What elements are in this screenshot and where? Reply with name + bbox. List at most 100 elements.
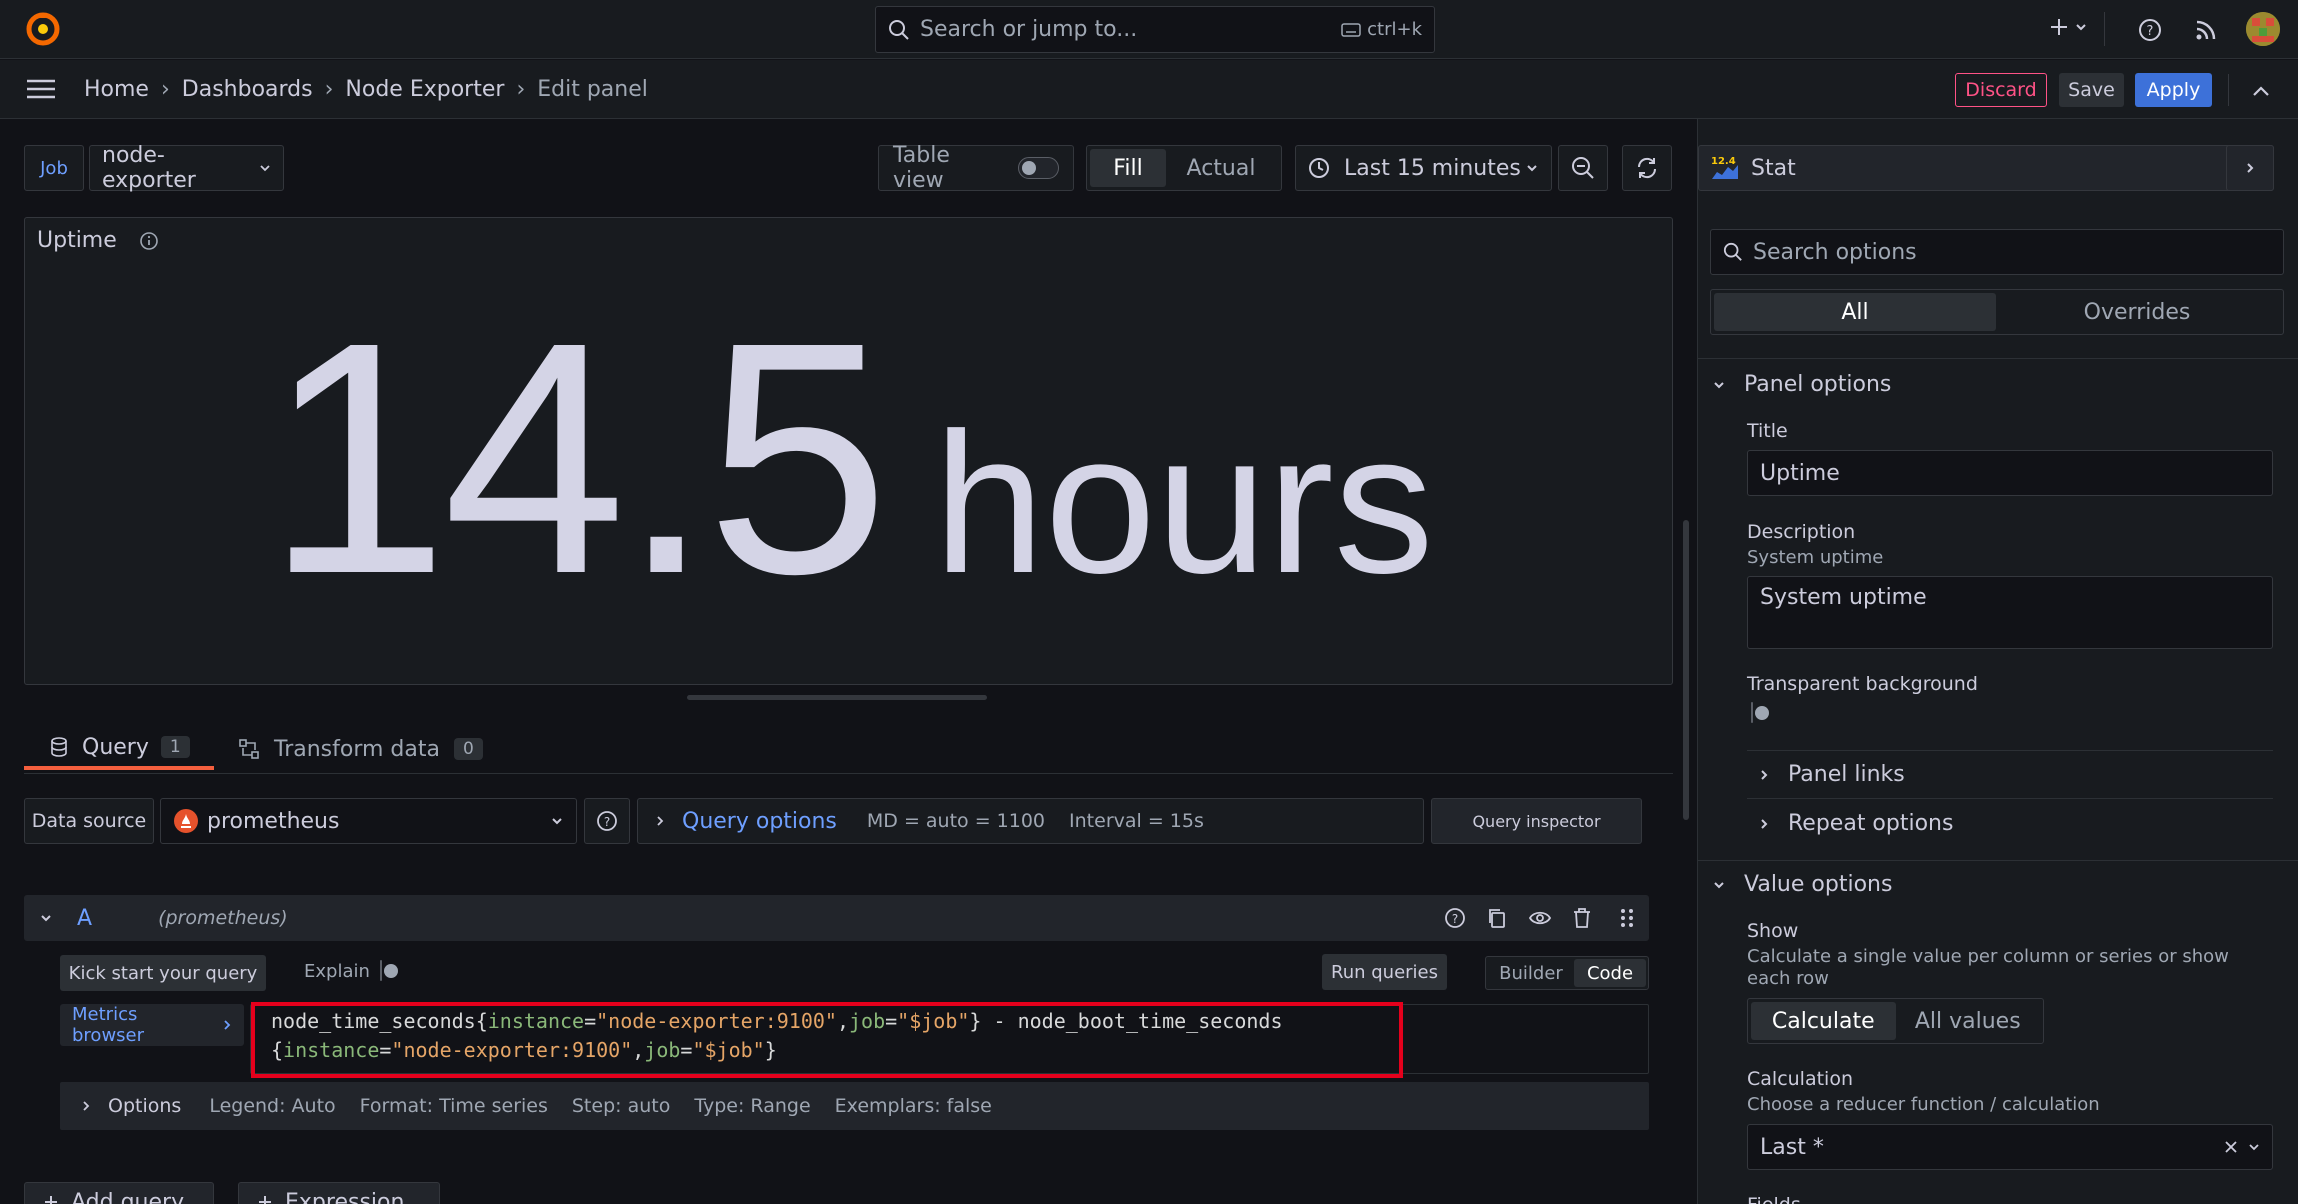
calculation-field-label: Calculation [1747,1068,1853,1090]
kick-start-query-button[interactable]: Kick start your query [60,955,266,991]
chevron-right-icon [2244,161,2256,175]
panel-options-section-header[interactable]: Panel options [1712,372,1891,397]
zoom-out-button[interactable] [1558,145,1608,191]
refresh-icon [1634,155,1660,181]
collapse-options-button[interactable] [2226,145,2274,191]
panel-resize-handle[interactable] [687,695,987,700]
query-line-1: node_time_seconds{instance="node-exporte… [271,1009,1283,1033]
svg-text:?: ? [2147,24,2154,39]
query-options-collapse[interactable]: Options Legend: Auto Format: Time series… [60,1082,1649,1130]
datasource-value: prometheus [207,808,340,834]
title-input[interactable]: Uptime [1747,450,2273,496]
rss-news-icon[interactable] [2194,18,2218,42]
all-values-option[interactable]: All values [1896,1002,2041,1040]
show-radio-group: Calculate All values [1747,998,2044,1044]
tab-overrides[interactable]: Overrides [1996,293,2278,331]
refresh-button[interactable] [1622,145,1672,191]
breadcrumb-separator: › [516,76,526,102]
actual-option[interactable]: Actual [1166,149,1276,187]
fill-actual-radio-group: Fill Actual [1086,145,1282,191]
breadcrumb-node-exporter[interactable]: Node Exporter [345,77,504,102]
zoom-out-icon [1571,156,1595,180]
discard-button[interactable]: Discard [1955,73,2047,107]
title-field-label: Title [1747,420,1788,442]
panel-options-title: Panel options [1744,372,1892,397]
grafana-logo-icon[interactable] [24,10,62,48]
visualization-picker[interactable]: 12.4 Stat [1698,145,2274,191]
interval: Interval = 15s [1069,810,1204,832]
chevron-right-icon [222,1019,232,1031]
panel-links-section[interactable]: Panel links [1758,762,1905,787]
tab-all[interactable]: All [1714,293,1996,331]
tab-query[interactable]: Query 1 [24,728,214,770]
time-range-picker[interactable]: Last 15 minutes [1295,145,1552,191]
editor-scrollbar[interactable] [1683,520,1689,820]
search-icon [1723,242,1743,262]
job-variable-label: Job [24,145,84,191]
add-expression-label: Expression [285,1189,405,1204]
job-variable-select[interactable]: node-exporter [89,143,284,193]
help-icon[interactable]: ? [2138,18,2162,42]
table-view-switch[interactable] [1017,157,1059,179]
value-options-section-header[interactable]: Value options [1712,872,1892,897]
metrics-browser-button[interactable]: Metrics browser [60,1004,244,1046]
chevron-down-icon [550,814,564,828]
breadcrumb-home[interactable]: Home [84,77,149,102]
datasource-picker[interactable]: prometheus [160,798,577,844]
divider [2228,74,2229,106]
database-icon [50,737,68,757]
chevron-down-icon [1712,378,1726,392]
add-expression-button[interactable]: Expression [238,1182,440,1204]
plus-icon [43,1194,59,1204]
query-code-editor[interactable]: node_time_seconds{instance="node-exporte… [250,1002,1649,1078]
query-datasource-name: (prometheus) [158,907,288,929]
chevron-down-icon [1525,161,1539,175]
breadcrumb-dashboards[interactable]: Dashboards [182,77,313,102]
description-textarea[interactable]: System uptime [1747,576,2273,649]
query-ref-id[interactable]: A [77,906,92,931]
code-mode-option[interactable]: Code [1574,959,1646,987]
search-placeholder: Search or jump to... [920,17,1138,42]
info-icon[interactable] [139,231,159,251]
calculation-value: Last * [1760,1134,1824,1160]
table-view-toggle[interactable]: Table view [878,143,1074,193]
keyboard-icon [1341,22,1361,37]
calculation-select[interactable]: Last * [1747,1124,2273,1170]
hamburger-menu-icon[interactable] [26,78,56,100]
datasource-help-button[interactable]: ? [584,798,630,844]
top-bar: Search or jump to... ctrl+k ? [0,0,2298,59]
duplicate-icon[interactable] [1486,907,1508,929]
trash-icon[interactable] [1572,907,1592,929]
calculate-option[interactable]: Calculate [1751,1002,1896,1040]
chevron-right-icon [1758,768,1770,782]
collapse-chevron-up-icon[interactable] [2250,80,2272,102]
add-query-button[interactable]: Add query [24,1182,214,1204]
transparent-background-toggle[interactable] [1751,702,1753,723]
explain-toggle[interactable] [380,960,382,981]
builder-mode-option[interactable]: Builder [1488,959,1574,987]
clear-icon[interactable] [2224,1140,2238,1154]
drag-handle-icon[interactable] [1620,907,1634,929]
query-options-bar[interactable]: Query options MD = auto = 1100 Interval … [637,798,1424,844]
new-menu-button[interactable] [2048,16,2088,38]
tab-transform-data[interactable]: Transform data 0 [238,728,483,770]
run-queries-button[interactable]: Run queries [1322,954,1447,990]
search-options-input[interactable]: Search options [1710,229,2284,275]
options-tabs: All Overrides [1710,289,2284,335]
chevron-down-icon[interactable] [39,911,53,925]
search-icon [888,19,910,41]
help-icon[interactable]: ? [1444,907,1466,929]
tab-transform-count: 0 [453,738,483,760]
repeat-options-section[interactable]: Repeat options [1758,811,1953,836]
divider [2104,12,2105,46]
fill-option[interactable]: Fill [1090,149,1166,187]
datasource-label: Data source [24,798,154,844]
eye-icon[interactable] [1528,907,1552,929]
panel-links-label: Panel links [1788,762,1905,787]
save-button[interactable]: Save [2059,73,2124,107]
apply-button[interactable]: Apply [2135,73,2212,107]
visualization-value: Stat [1751,155,1796,181]
avatar[interactable] [2246,12,2280,46]
query-inspector-button[interactable]: Query inspector [1431,798,1642,844]
search-input[interactable]: Search or jump to... ctrl+k [875,6,1435,53]
